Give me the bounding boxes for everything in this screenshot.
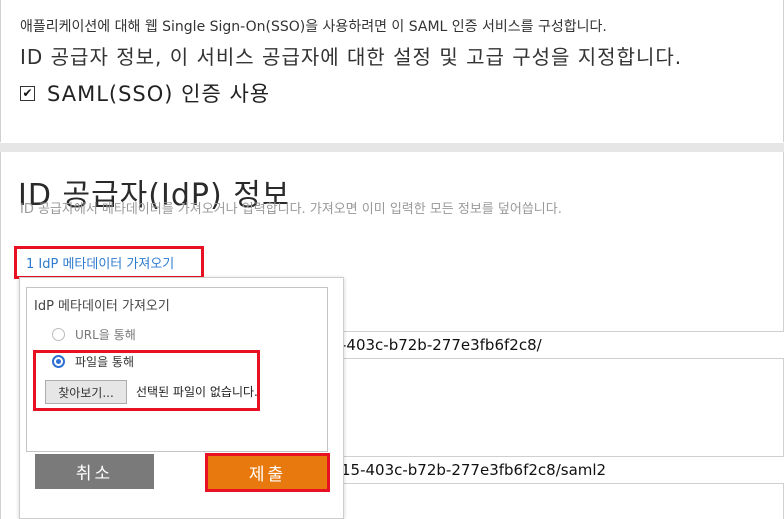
sso-description: 애플리케이션에 대해 웹 Single Sign-On(SSO)을 사용하려면 …	[20, 19, 607, 35]
file-option-highlight	[33, 350, 260, 411]
enable-saml-label: SAML(SSO) 인증 사용	[47, 82, 271, 106]
idp-sso-url-value: 15-403c-b72b-277e3fb6f2c8/saml2	[341, 461, 607, 479]
section-divider	[0, 143, 784, 152]
import-popup-title: IdP 메타데이터 가져오기	[34, 299, 170, 314]
idp-entity-id-value: -403c-b72b-277e3fb6f2c8/	[341, 336, 542, 354]
idp-section-description: ID 공급자에서 메타데이터를 가져오거나 입력합니다. 가져오면 이미 입력한…	[20, 202, 562, 217]
enable-saml-checkbox[interactable]: ✔	[20, 85, 35, 101]
submit-button[interactable]: 제출	[208, 456, 327, 489]
sso-instructions: ID 공급자 정보, 이 서비스 공급자에 대한 설정 및 고급 구성을 지정합…	[20, 45, 683, 69]
import-via-url-option[interactable]: URL을 통해	[52, 324, 136, 344]
cancel-button[interactable]: 취소	[35, 454, 154, 489]
import-via-url-radio[interactable]	[52, 327, 65, 341]
import-idp-metadata-link[interactable]: 1 IdP 메타데이터 가져오기	[14, 246, 204, 279]
idp-sso-url-field[interactable]: 15-403c-b72b-277e3fb6f2c8/saml2	[300, 456, 784, 484]
import-via-url-label: URL을 통해	[75, 327, 136, 342]
enable-saml-row[interactable]: ✔ SAML(SSO) 인증 사용	[20, 80, 270, 106]
idp-entity-id-field[interactable]: -403c-b72b-277e3fb6f2c8/	[300, 331, 784, 359]
